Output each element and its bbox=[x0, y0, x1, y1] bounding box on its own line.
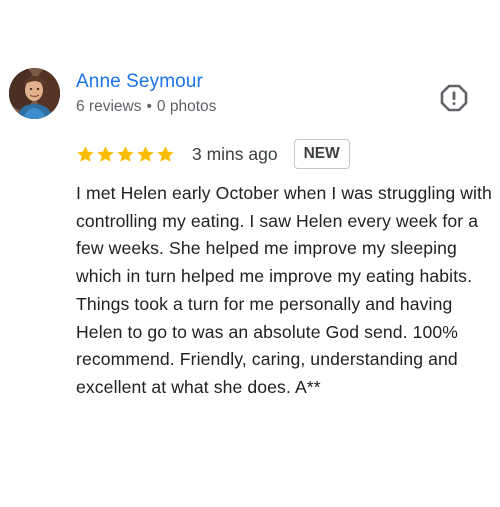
report-review-button[interactable] bbox=[439, 83, 469, 113]
star-rating bbox=[76, 145, 176, 164]
reviewer-meta: 6 reviews • 0 photos bbox=[76, 98, 216, 116]
new-badge: NEW bbox=[293, 139, 350, 169]
review-text: I met Helen early October when I was str… bbox=[76, 183, 492, 397]
reviewer-name[interactable]: Anne Seymour bbox=[76, 71, 203, 93]
photos-count: 0 photos bbox=[156, 98, 217, 115]
review-time: 3 mins ago bbox=[192, 143, 278, 164]
star-icon bbox=[117, 145, 134, 162]
star-icon bbox=[97, 145, 114, 162]
review-card: Anne Seymour 6 reviews • 0 photos 3 mins a… bbox=[0, 0, 500, 507]
avatar-image bbox=[9, 68, 60, 119]
star-icon bbox=[157, 145, 174, 162]
star-icon bbox=[77, 145, 94, 162]
report-octagon-icon bbox=[440, 84, 468, 112]
avatar[interactable] bbox=[9, 68, 60, 119]
meta-separator: • bbox=[146, 98, 152, 115]
reviews-count: 6 reviews bbox=[76, 98, 142, 115]
rating-row: 3 mins ago NEW bbox=[76, 138, 350, 170]
star-icon bbox=[137, 145, 154, 162]
